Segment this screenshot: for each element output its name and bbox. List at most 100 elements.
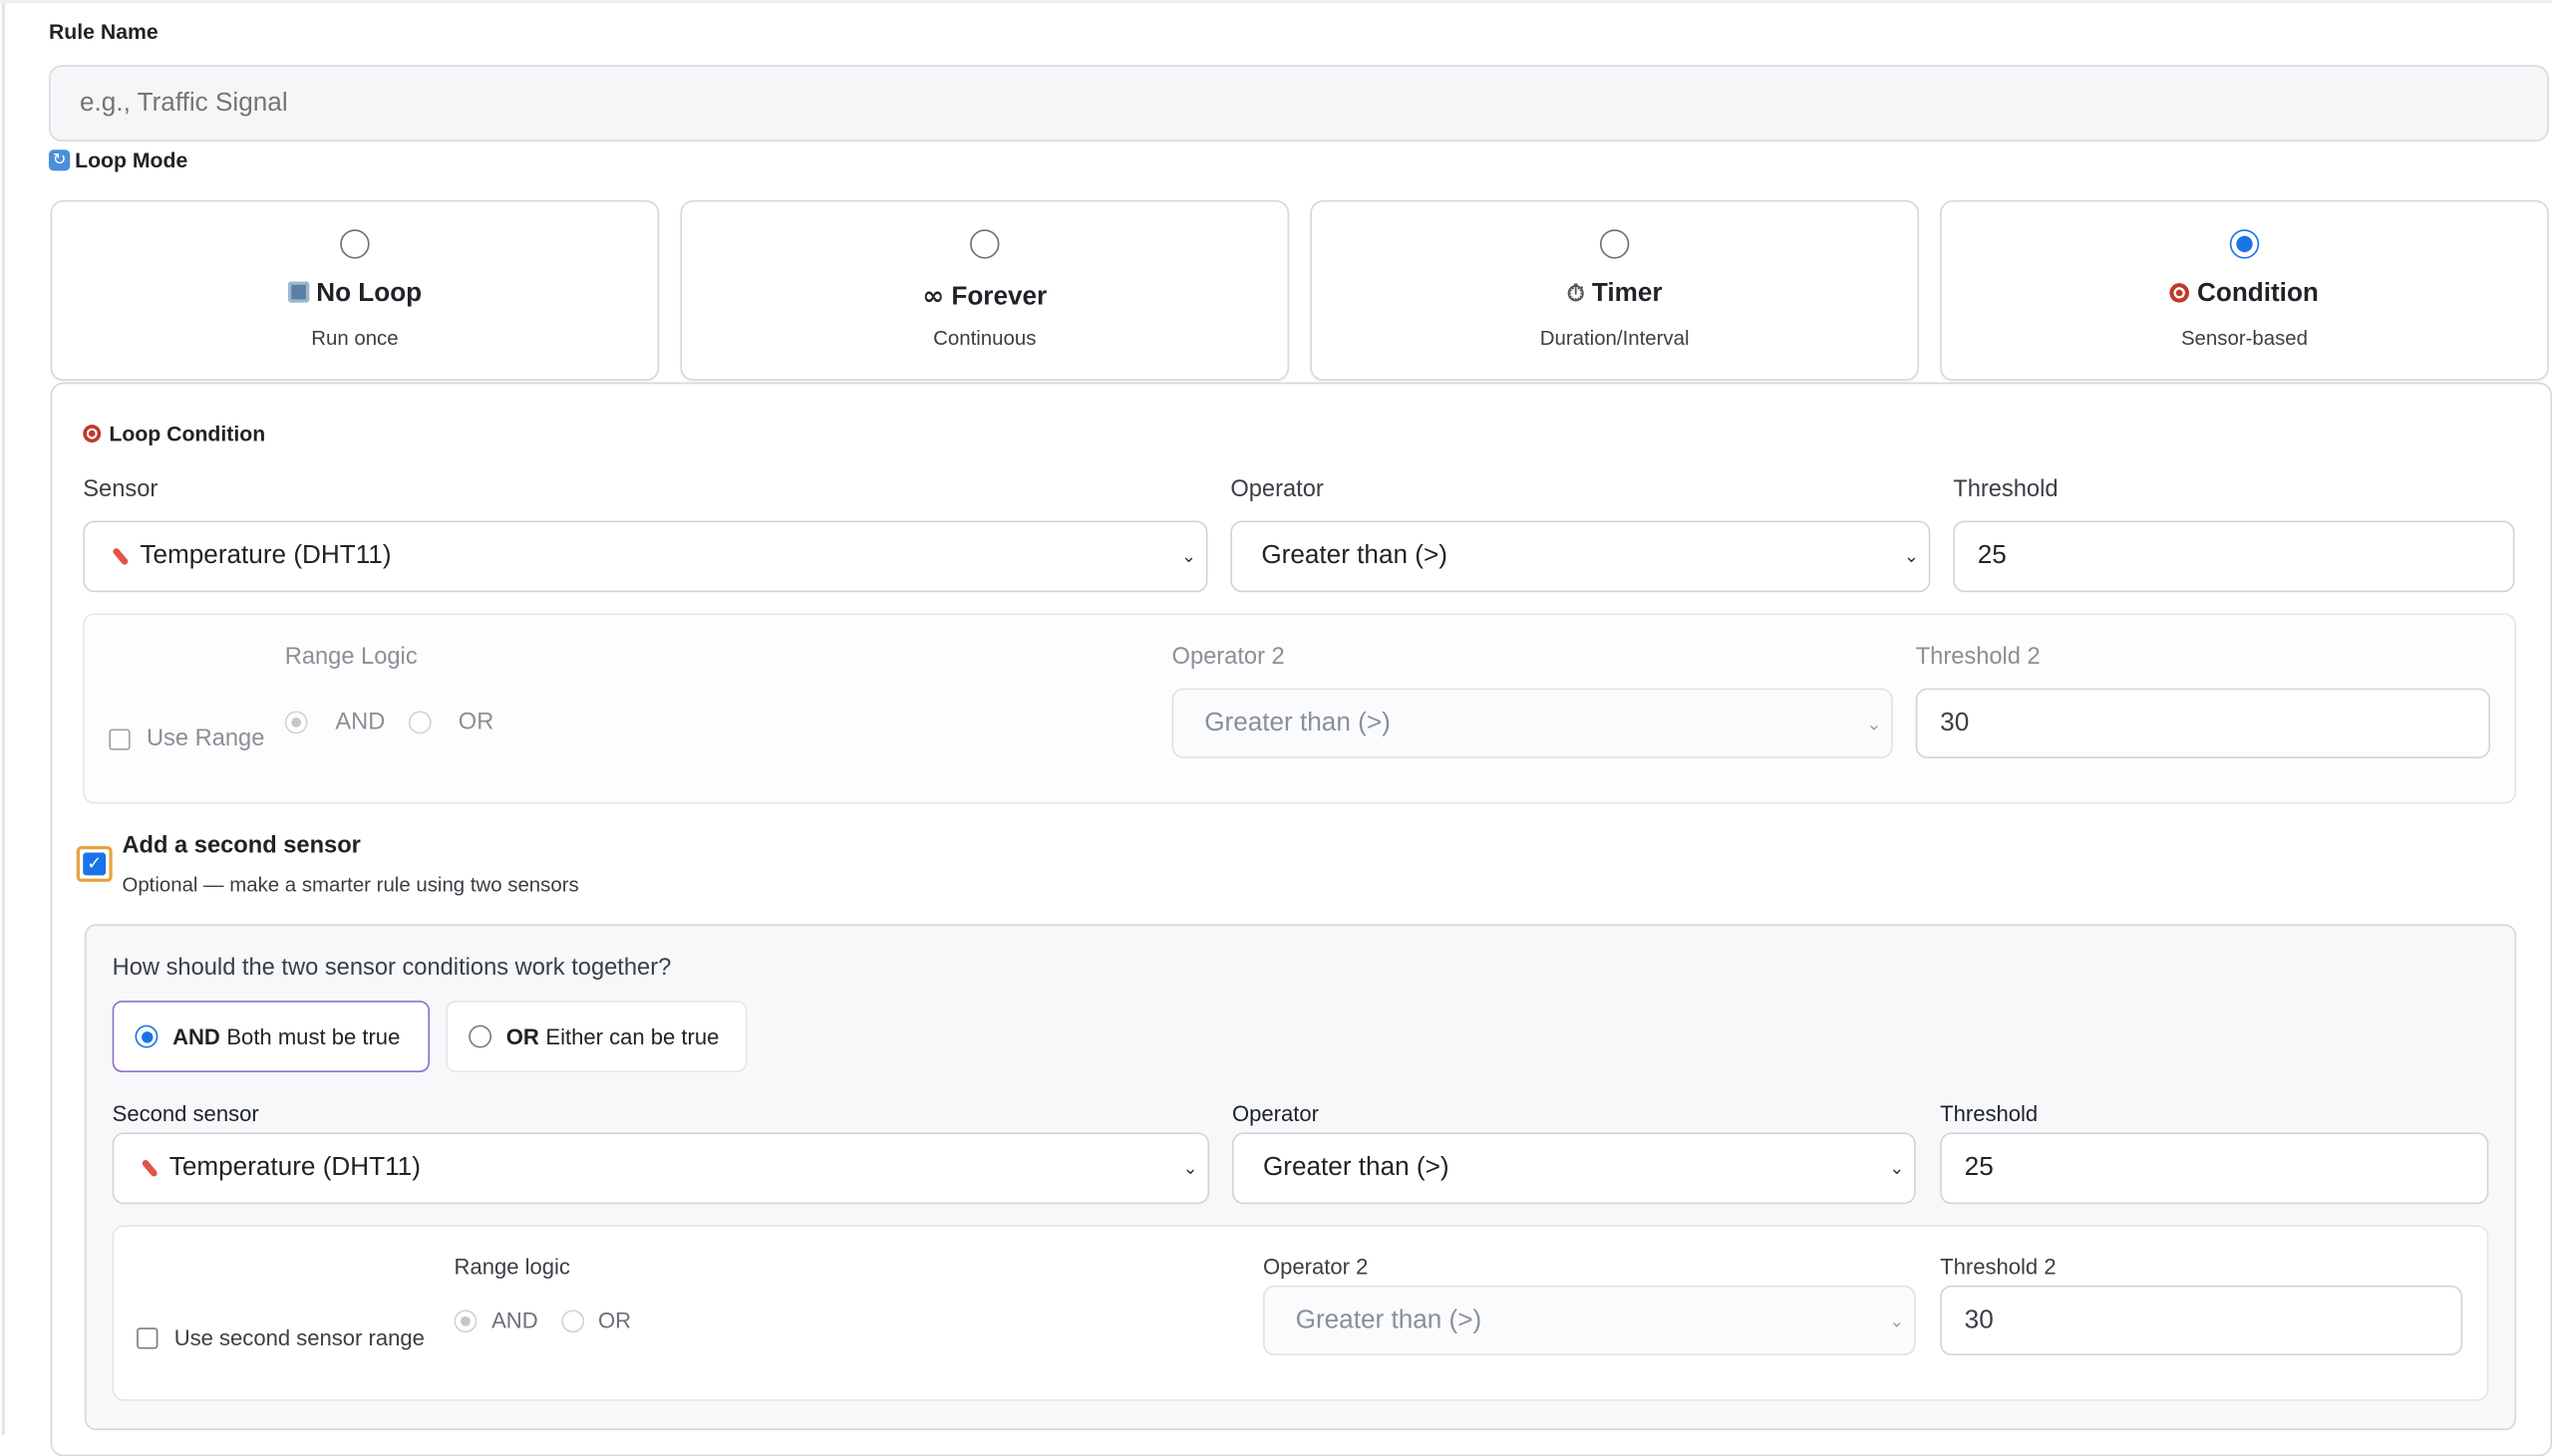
forever-title: Forever <box>951 283 1048 311</box>
operator2-label: Operator 2 <box>1171 644 1285 671</box>
loop-mode-heading: ↻ Loop Mode <box>48 147 188 173</box>
second-threshold-input[interactable]: 25 <box>1940 1132 2489 1205</box>
threshold-input-value: 25 <box>1977 541 2007 570</box>
second-operator-select-value: Greater than (>) <box>1262 1153 1449 1182</box>
rule-name-input[interactable] <box>48 65 2549 143</box>
second-range-logic-label: Range logic <box>454 1254 570 1280</box>
second-use-range-checkbox[interactable] <box>137 1327 159 1349</box>
second-range-logic-options: AND OR <box>454 1308 632 1333</box>
loop-mode-label: Loop Mode <box>75 147 188 173</box>
second-threshold-input-value: 25 <box>1964 1153 1994 1182</box>
second-sensor-label: Second sensor <box>112 1101 259 1126</box>
condition-radio[interactable] <box>2229 229 2260 259</box>
chevron-down-icon: ⌄ <box>1866 714 1882 734</box>
no-loop-title-row: No Loop <box>52 280 657 309</box>
rule-name-label: Rule Name <box>48 19 159 45</box>
loop-option-forever[interactable]: ∞ Forever Continuous <box>680 199 1290 382</box>
second-use-range-row[interactable]: Use second sensor range <box>137 1326 425 1350</box>
operator-select-value: Greater than (>) <box>1261 541 1447 570</box>
no-loop-subtitle: Run once <box>311 327 399 351</box>
thermometer-icon <box>112 546 130 566</box>
range-or-radio[interactable] <box>408 711 432 734</box>
rule-editor: Rule Name ↻ Loop Mode No Loop Run once ∞… <box>0 0 2552 1456</box>
checkmark-icon: ✓ <box>87 852 103 874</box>
second-operator2-select-value: Greater than (>) <box>1295 1306 1482 1333</box>
use-range-checkbox[interactable] <box>109 728 131 749</box>
combine-and-radio[interactable] <box>135 1024 159 1048</box>
second-operator-label: Operator <box>1231 1101 1319 1126</box>
loop-condition-heading: Loop Condition <box>83 422 265 445</box>
chevron-down-icon: ⌄ <box>1180 547 1197 567</box>
operator-select[interactable]: Greater than (>) ⌄ <box>1230 520 1931 593</box>
range-logic-options: AND OR <box>284 709 493 735</box>
range-and-label: AND <box>335 709 386 735</box>
second-threshold2-input[interactable]: 30 <box>1940 1285 2463 1356</box>
combine-and-key: AND <box>172 1023 220 1049</box>
second-sensor-help: Optional — make a smarter rule using two… <box>122 873 579 897</box>
combine-and-text: Both must be true <box>226 1023 401 1049</box>
combine-and-option[interactable]: AND Both must be true <box>112 1001 431 1072</box>
second-operator-select[interactable]: Greater than (>) ⌄ <box>1231 1132 1916 1205</box>
threshold2-input[interactable]: 30 <box>1915 688 2491 758</box>
infinity-icon: ∞ <box>922 279 945 311</box>
chevron-down-icon: ⌄ <box>1889 1159 1905 1179</box>
second-sensor-checkbox[interactable]: ✓ <box>83 852 107 876</box>
sensor-select-value: Temperature (DHT11) <box>140 541 392 570</box>
operator-label: Operator <box>1230 476 1324 503</box>
threshold2-label: Threshold 2 <box>1915 644 2041 671</box>
chevron-down-icon: ⌄ <box>1889 1310 1905 1331</box>
forever-radio[interactable] <box>970 229 1000 259</box>
second-operator2-label: Operator 2 <box>1262 1254 1369 1280</box>
combine-or-key: OR <box>505 1023 539 1049</box>
chevron-down-icon: ⌄ <box>1182 1159 1198 1179</box>
stopwatch-icon: ⏱ <box>1566 281 1585 308</box>
operator2-select-value: Greater than (>) <box>1204 709 1391 736</box>
second-sensor-checkbox-label[interactable]: Add a second sensor <box>122 833 360 859</box>
timer-title: Timer <box>1591 279 1663 308</box>
threshold-input[interactable]: 25 <box>1953 520 2515 593</box>
second-threshold-label: Threshold <box>1940 1101 2039 1126</box>
target-icon <box>2170 283 2190 303</box>
range-logic-label: Range Logic <box>284 644 418 671</box>
condition-title-row: Condition <box>1942 280 2547 309</box>
forever-title-row: ∞ Forever <box>682 280 1287 313</box>
sensor-select[interactable]: Temperature (DHT11) ⌄ <box>83 520 1208 593</box>
combine-or-radio[interactable] <box>469 1024 492 1048</box>
loop-option-timer[interactable]: ⏱ Timer Duration/Interval <box>1310 199 1919 382</box>
top-border <box>0 0 2552 3</box>
timer-subtitle: Duration/Interval <box>1539 327 1690 351</box>
target-icon <box>83 425 102 443</box>
use-range-row[interactable]: Use Range <box>109 726 264 751</box>
stop-icon <box>287 281 309 303</box>
timer-title-row: ⏱ Timer <box>1312 280 1917 309</box>
loop-condition-title: Loop Condition <box>109 421 266 446</box>
range-and-radio[interactable] <box>284 711 308 734</box>
no-loop-radio[interactable] <box>340 229 370 259</box>
second-range-and-radio[interactable] <box>454 1309 478 1332</box>
sensor-label: Sensor <box>83 476 159 503</box>
loop-option-condition[interactable]: Condition Sensor-based <box>1940 199 2549 382</box>
second-range-and-label: AND <box>491 1308 538 1333</box>
combine-or-text: Either can be true <box>545 1023 720 1049</box>
second-range-or-radio[interactable] <box>560 1309 584 1332</box>
loop-icon: ↻ <box>48 149 71 171</box>
timer-radio[interactable] <box>1599 229 1630 259</box>
left-border <box>1 0 5 1436</box>
second-sensor-select[interactable]: Temperature (DHT11) ⌄ <box>112 1132 1210 1205</box>
combine-or-option[interactable]: OR Either can be true <box>446 1001 748 1072</box>
threshold2-input-value: 30 <box>1940 709 1970 736</box>
second-range-or-label: OR <box>598 1308 632 1333</box>
thermometer-icon <box>141 1158 160 1178</box>
second-operator2-select[interactable]: Greater than (>) ⌄ <box>1262 1285 1916 1356</box>
operator2-select[interactable]: Greater than (>) ⌄ <box>1171 688 1893 758</box>
second-threshold2-input-value: 30 <box>1964 1306 1994 1333</box>
use-range-label: Use Range <box>146 726 265 752</box>
condition-title: Condition <box>2196 279 2319 308</box>
condition-subtitle: Sensor-based <box>2180 327 2309 351</box>
combine-question: How should the two sensor conditions wor… <box>112 955 672 982</box>
loop-option-no-loop[interactable]: No Loop Run once <box>50 199 660 382</box>
threshold-label: Threshold <box>1953 476 2059 503</box>
second-sensor-select-value: Temperature (DHT11) <box>168 1153 421 1182</box>
second-use-range-label: Use second sensor range <box>173 1325 425 1351</box>
no-loop-title: No Loop <box>316 279 423 308</box>
